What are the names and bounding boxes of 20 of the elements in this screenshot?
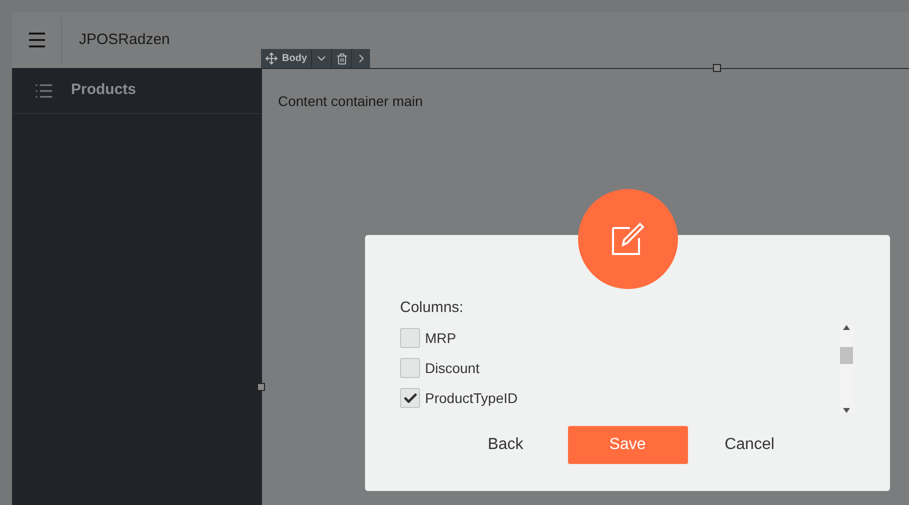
resize-handle[interactable] — [713, 64, 721, 72]
element-label: Body — [282, 52, 307, 66]
checkbox[interactable] — [400, 328, 420, 348]
text-button[interactable]: Back — [446, 426, 566, 464]
resize-handle[interactable] — [257, 383, 265, 391]
scroll-thumb[interactable] — [840, 346, 853, 364]
scroll-down-icon[interactable] — [843, 408, 850, 413]
move-icon[interactable] — [265, 52, 278, 65]
text-button[interactable]: Cancel — [690, 426, 810, 464]
checkbox-label: ProductTypeID — [425, 388, 518, 408]
checkbox-label: MRP — [425, 328, 456, 348]
columns-label: Columns: — [400, 298, 464, 318]
scroll-up-icon[interactable] — [843, 325, 850, 330]
app-title: JPOSRadzen — [79, 30, 170, 50]
content-text: Content container main — [278, 93, 423, 109]
check-icon — [402, 390, 418, 406]
checkbox-label: Discount — [425, 358, 480, 378]
checkbox[interactable] — [400, 388, 420, 408]
checkbox[interactable] — [400, 358, 420, 378]
edit-icon — [610, 221, 646, 257]
